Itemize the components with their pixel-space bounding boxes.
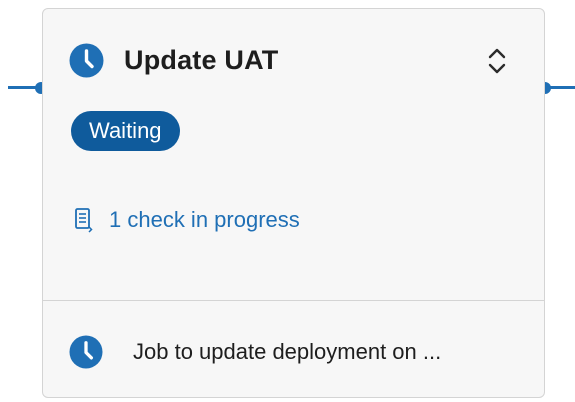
status-badge: Waiting	[71, 111, 180, 151]
checks-link[interactable]: 1 check in progress	[73, 207, 300, 233]
chevron-up-down-icon[interactable]	[483, 45, 511, 77]
stage-header: Update UAT	[69, 43, 279, 78]
checklist-icon	[73, 207, 93, 233]
job-name: Job to update deployment on ...	[133, 339, 442, 364]
pipeline-canvas: Update UAT Waiting 1 check in progress J…	[0, 0, 575, 402]
stage-card[interactable]: Update UAT Waiting 1 check in progress J…	[42, 8, 545, 398]
clock-icon	[69, 43, 104, 78]
divider	[43, 300, 544, 301]
job-row[interactable]: Job to update deployment on ...	[69, 335, 441, 369]
clock-icon	[69, 335, 103, 369]
checks-text: 1 check in progress	[109, 207, 300, 232]
stage-title: Update UAT	[124, 45, 279, 75]
